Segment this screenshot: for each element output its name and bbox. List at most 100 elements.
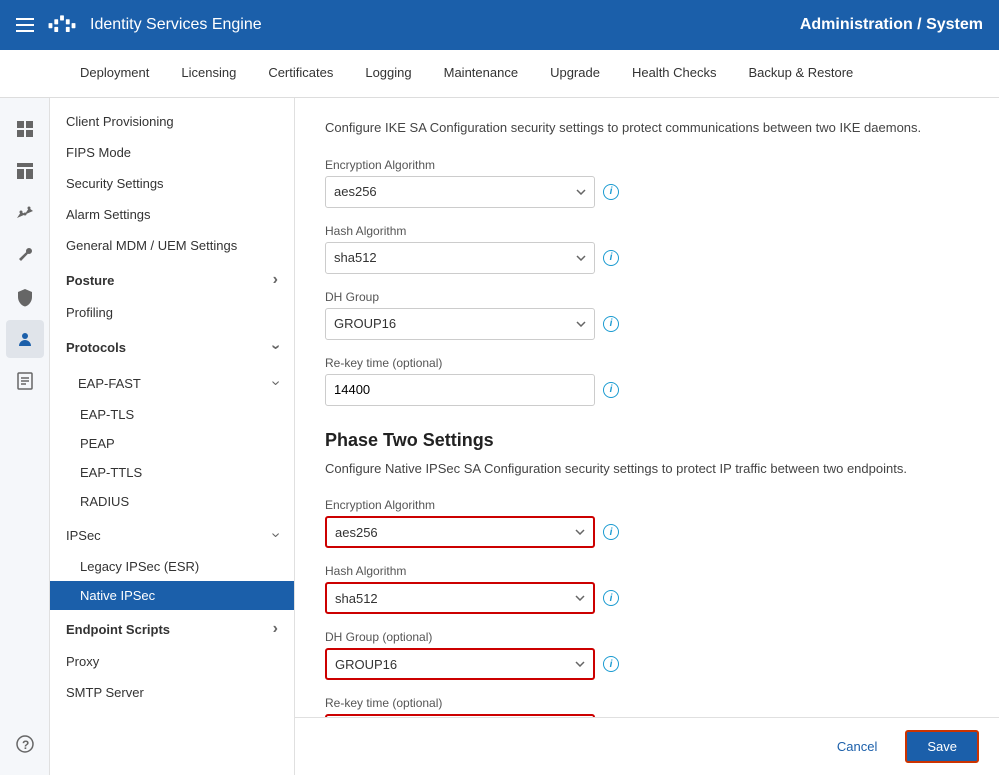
form-group-dh-group-p1: DH Group GROUP16 GROUP14 GROUP2 i <box>325 290 969 340</box>
left-nav-section-endpoint-scripts[interactable]: Endpoint Scripts <box>50 610 294 646</box>
form-group-dh-group-p2: DH Group (optional) GROUP16 GROUP14 GROU… <box>325 630 969 680</box>
ipsec-chevron <box>273 526 278 544</box>
left-nav-native-ipsec[interactable]: Native IPSec <box>50 581 294 610</box>
left-nav-section-protocols[interactable]: Protocols <box>50 328 294 364</box>
enc-algo-p2-info[interactable]: i <box>603 524 619 540</box>
sidebar-icons: ? <box>0 98 50 775</box>
left-nav-eap-ttls[interactable]: EAP-TTLS <box>50 458 294 487</box>
dh-group-p1-label: DH Group <box>325 290 969 304</box>
posture-chevron <box>273 271 278 289</box>
dh-group-p2-select[interactable]: GROUP16 GROUP14 GROUP2 <box>325 648 595 680</box>
form-group-enc-algo-p2: Encryption Algorithm aes256 aes128 3des … <box>325 498 969 548</box>
sidebar-icon-grid[interactable] <box>6 110 44 148</box>
nav-tab-health-checks[interactable]: Health Checks <box>616 50 733 97</box>
left-nav-legacy-ipsec[interactable]: Legacy IPSec (ESR) <box>50 552 294 581</box>
hash-algo-p1-select[interactable]: sha512 sha256 md5 <box>325 242 595 274</box>
hash-algo-p2-wrapper: sha512 sha256 md5 i <box>325 582 969 614</box>
posture-label: Posture <box>66 273 114 288</box>
ipsec-label: IPSec <box>66 528 101 543</box>
cisco-logo <box>46 15 78 35</box>
nav-tab-deployment[interactable]: Deployment <box>64 50 165 97</box>
sidebar-icon-tools[interactable] <box>6 236 44 274</box>
protocols-label: Protocols <box>66 340 126 355</box>
menu-icon[interactable] <box>16 18 34 32</box>
rekey-p1-input[interactable] <box>325 374 595 406</box>
endpoint-scripts-label: Endpoint Scripts <box>66 622 170 637</box>
page-breadcrumb: Administration / System <box>800 16 983 34</box>
dh-group-p1-select[interactable]: GROUP16 GROUP14 GROUP2 <box>325 308 595 340</box>
dh-group-p2-wrapper: GROUP16 GROUP14 GROUP2 i <box>325 648 969 680</box>
sidebar-icon-analytics[interactable] <box>6 194 44 232</box>
svg-text:?: ? <box>22 738 29 752</box>
main-layout: ? Client Provisioning FIPS Mode Security… <box>0 98 999 775</box>
sidebar-icon-reports[interactable] <box>6 362 44 400</box>
nav-tab-licensing[interactable]: Licensing <box>165 50 252 97</box>
left-nav-radius[interactable]: RADIUS <box>50 487 294 516</box>
rekey-p1-label: Re-key time (optional) <box>325 356 969 370</box>
form-group-rekey-p2: Re-key time (optional) i <box>325 696 969 717</box>
left-nav-profiling[interactable]: Profiling <box>50 297 294 328</box>
left-nav-client-provisioning[interactable]: Client Provisioning <box>50 106 294 137</box>
dh-group-p1-wrapper: GROUP16 GROUP14 GROUP2 i <box>325 308 969 340</box>
eap-fast-label: EAP-FAST <box>78 376 141 391</box>
nav-tab-logging[interactable]: Logging <box>349 50 427 97</box>
endpoint-scripts-chevron <box>273 620 278 638</box>
nav-tab-upgrade[interactable]: Upgrade <box>534 50 616 97</box>
header-left: Identity Services Engine <box>16 15 262 35</box>
left-nav-general-mdm[interactable]: General MDM / UEM Settings <box>50 230 294 261</box>
dh-group-p1-info[interactable]: i <box>603 316 619 332</box>
hash-algo-p2-select[interactable]: sha512 sha256 md5 <box>325 582 595 614</box>
save-button[interactable]: Save <box>905 730 979 763</box>
left-nav-eap-tls[interactable]: EAP-TLS <box>50 400 294 429</box>
left-nav-proxy[interactable]: Proxy <box>50 646 294 677</box>
left-nav-smtp-server[interactable]: SMTP Server <box>50 677 294 708</box>
enc-algo-p2-wrapper: aes256 aes128 3des i <box>325 516 969 548</box>
sidebar-icon-dashboard[interactable] <box>6 152 44 190</box>
left-nav-alarm-settings[interactable]: Alarm Settings <box>50 199 294 230</box>
hash-algo-p2-info[interactable]: i <box>603 590 619 606</box>
enc-algo-p1-wrapper: aes256 aes128 3des i <box>325 176 969 208</box>
sidebar-icon-policy[interactable] <box>6 278 44 316</box>
hash-algo-p1-wrapper: sha512 sha256 md5 i <box>325 242 969 274</box>
phase1-description: Configure IKE SA Configuration security … <box>325 118 969 138</box>
protocols-chevron <box>273 338 278 356</box>
hash-algo-p1-label: Hash Algorithm <box>325 224 969 238</box>
top-header: Identity Services Engine Administration … <box>0 0 999 50</box>
cancel-button[interactable]: Cancel <box>821 732 893 761</box>
left-nav-fips-mode[interactable]: FIPS Mode <box>50 137 294 168</box>
left-nav-security-settings[interactable]: Security Settings <box>50 168 294 199</box>
enc-algo-p2-label: Encryption Algorithm <box>325 498 969 512</box>
footer-actions: Cancel Save <box>295 717 999 775</box>
enc-algo-p1-label: Encryption Algorithm <box>325 158 969 172</box>
hash-algo-p2-label: Hash Algorithm <box>325 564 969 578</box>
nav-bar: Deployment Licensing Certificates Loggin… <box>0 50 999 98</box>
hash-algo-p1-info[interactable]: i <box>603 250 619 266</box>
nav-tab-maintenance[interactable]: Maintenance <box>428 50 534 97</box>
dh-group-p2-label: DH Group (optional) <box>325 630 969 644</box>
rekey-p1-info[interactable]: i <box>603 382 619 398</box>
form-group-rekey-p1: Re-key time (optional) i <box>325 356 969 406</box>
rekey-p2-label: Re-key time (optional) <box>325 696 969 710</box>
enc-algo-p2-select[interactable]: aes256 aes128 3des <box>325 516 595 548</box>
content-area: Configure IKE SA Configuration security … <box>295 98 999 717</box>
left-nav-section-posture[interactable]: Posture <box>50 261 294 297</box>
nav-tab-backup-restore[interactable]: Backup & Restore <box>733 50 870 97</box>
app-title: Identity Services Engine <box>90 16 262 34</box>
rekey-p1-wrapper: i <box>325 374 969 406</box>
left-nav-section-ipsec[interactable]: IPSec <box>50 516 294 552</box>
sidebar-icon-admin[interactable] <box>6 320 44 358</box>
eap-fast-chevron <box>273 374 278 392</box>
dh-group-p2-info[interactable]: i <box>603 656 619 672</box>
form-group-enc-algo-p1: Encryption Algorithm aes256 aes128 3des … <box>325 158 969 208</box>
content-scroll: Configure IKE SA Configuration security … <box>295 98 999 717</box>
phase2-description: Configure Native IPSec SA Configuration … <box>325 459 969 479</box>
cisco-svg-icon <box>46 15 78 35</box>
left-nav-peap[interactable]: PEAP <box>50 429 294 458</box>
left-nav-section-eap-fast[interactable]: EAP-FAST <box>50 364 294 400</box>
form-group-hash-algo-p1: Hash Algorithm sha512 sha256 md5 i <box>325 224 969 274</box>
sidebar-icon-help[interactable]: ? <box>6 725 44 763</box>
phase2-title: Phase Two Settings <box>325 430 969 451</box>
nav-tab-certificates[interactable]: Certificates <box>252 50 349 97</box>
enc-algo-p1-info[interactable]: i <box>603 184 619 200</box>
enc-algo-p1-select[interactable]: aes256 aes128 3des <box>325 176 595 208</box>
